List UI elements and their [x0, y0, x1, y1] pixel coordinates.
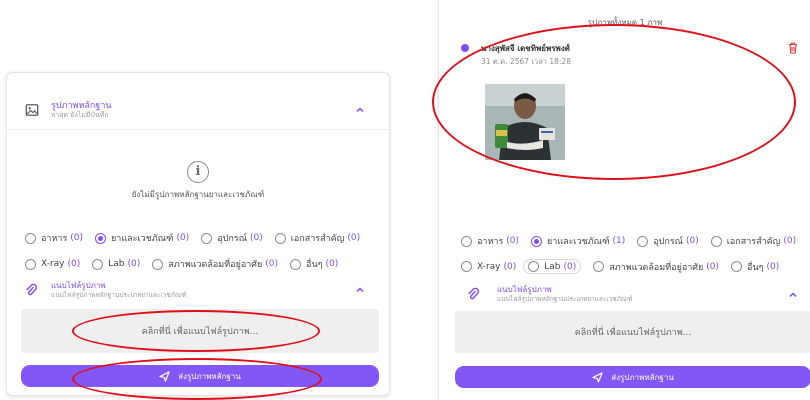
- radio-unchecked-icon: [152, 258, 164, 270]
- radio-count: (0): [783, 236, 797, 246]
- paperclip-icon: [26, 283, 37, 296]
- radio-label: เอกสารสำคัญ: [726, 237, 781, 247]
- timeline-dot: [461, 44, 469, 52]
- radio-count: (0): [686, 236, 699, 246]
- radio-label: อาหาร: [477, 237, 504, 247]
- info-icon: i: [187, 161, 209, 183]
- radio-checked-icon: [531, 235, 543, 247]
- radio-checked-icon: [95, 232, 107, 244]
- radio-label: สภาพแวดล้อมที่อยู่อาศัย: [609, 262, 704, 273]
- post-author: นางสุพัสจี เดชทิพย์พรพงศ์: [481, 44, 570, 53]
- radio-label: เอกสารสำคัญ: [290, 234, 345, 244]
- radio-count: (0): [563, 261, 577, 272]
- category-radio[interactable]: อุปกรณ์ (0): [201, 231, 263, 245]
- radio-count: (0): [506, 236, 520, 246]
- attach-subtitle: แนบไฟล์รูปภาพหลักฐานประเภทยาและเวชภัณฑ์: [51, 291, 187, 299]
- send-button-label: ส่งรูปภาพหลักฐาน: [178, 371, 241, 381]
- divider: [7, 129, 389, 130]
- radio-unchecked-icon: [710, 235, 722, 247]
- category-radio[interactable]: X-ray (0): [461, 261, 516, 272]
- photo-count-header: รูปภาพทั้งหมด 1 ภาพ: [587, 18, 663, 27]
- radio-label: อุปกรณ์: [217, 234, 248, 244]
- trash-icon[interactable]: [788, 42, 798, 54]
- send-icon: [592, 371, 603, 383]
- radio-label: Lab: [108, 259, 125, 269]
- send-button-label: ส่งรูปภาพหลักฐาน: [611, 372, 674, 382]
- radio-label: X-ray: [477, 261, 501, 272]
- section-subtitle: ล่าสุด ยังไม่มีบันทึก: [51, 111, 109, 119]
- category-radio[interactable]: เอกสารสำคัญ (0): [274, 231, 361, 245]
- radio-count: (0): [706, 261, 720, 272]
- file-dropzone[interactable]: คลิกที่นี่ เพื่อแนบไฟล์รูปภาพ...: [455, 311, 810, 353]
- radio-unchecked-icon: [461, 261, 472, 272]
- radio-unchecked-icon: [25, 232, 36, 244]
- attach-subtitle: แนบไฟล์รูปภาพหลักฐานประเภทยาและเวชภัณฑ์: [497, 295, 633, 303]
- person-photo: [485, 84, 565, 160]
- right-evidence-panel: รูปภาพทั้งหมด 1 ภาพ นางสุพัสจี เดชทิพย์พ…: [438, 0, 810, 400]
- category-radio[interactable]: Lab (0): [92, 258, 141, 270]
- send-evidence-button[interactable]: ส่งรูปภาพหลักฐาน: [455, 366, 810, 388]
- send-evidence-button[interactable]: ส่งรูปภาพหลักฐาน: [21, 365, 379, 387]
- radio-count: (0): [347, 233, 361, 243]
- chevron-up-icon[interactable]: [788, 290, 798, 300]
- category-radio-row-1: อาหาร (0) ยาและเวชภัณฑ์ (1) อุปกรณ์ (0) เอกสาร…: [461, 234, 808, 248]
- radio-unchecked-icon: [290, 258, 302, 270]
- category-radio[interactable]: อาหาร (0): [25, 231, 83, 245]
- radio-label: ยาและเวชภัณฑ์: [547, 237, 610, 247]
- chevron-up-icon[interactable]: [355, 105, 365, 115]
- left-evidence-panel: รูปภาพหลักฐาน ล่าสุด ยังไม่มีบันทึก i ยั…: [6, 72, 390, 396]
- chevron-up-icon[interactable]: [355, 285, 365, 295]
- radio-label: อื่นๆ: [306, 260, 323, 270]
- evidence-photo-thumbnail[interactable]: [485, 84, 565, 160]
- radio-unchecked-icon: [92, 258, 104, 270]
- radio-count: (0): [503, 261, 517, 272]
- radio-label: อุปกรณ์: [653, 237, 684, 247]
- image-icon: [25, 104, 39, 116]
- post-datetime: 31 ต.ค. 2567 เวลา 18:28: [481, 57, 572, 66]
- radio-label: อื่นๆ: [747, 262, 764, 273]
- radio-label: ยาและเวชภัณฑ์: [111, 234, 174, 244]
- radio-count: (1): [612, 236, 626, 246]
- radio-count: (0): [70, 233, 84, 243]
- radio-unchecked-icon: [25, 258, 36, 270]
- category-radio-row-2: X-ray (0) Lab (0) สภาพแวดล้อมที่อยู่อาศัย (0)…: [25, 257, 350, 271]
- category-radio[interactable]: เอกสารสำคัญ (0): [710, 234, 797, 248]
- radio-label: Lab: [544, 261, 561, 272]
- category-radio[interactable]: ยาและเวชภัณฑ์ (0): [95, 231, 189, 245]
- category-radio[interactable]: สภาพแวดล้อมที่อยู่อาศัย (0): [593, 260, 719, 274]
- radio-unchecked-icon: [637, 235, 649, 247]
- category-radio[interactable]: อุปกรณ์ (0): [637, 234, 699, 248]
- radio-count: (0): [127, 259, 141, 269]
- radio-unchecked-icon: [593, 261, 605, 272]
- category-radio[interactable]: Lab (0): [523, 259, 582, 274]
- radio-label: อาหาร: [41, 234, 68, 244]
- radio-count: (0): [766, 261, 780, 272]
- radio-count: (0): [250, 233, 263, 243]
- category-radio[interactable]: X-ray (0): [25, 258, 81, 270]
- category-radio[interactable]: อาหาร (0): [461, 234, 519, 248]
- category-radio-row-2: X-ray (0) Lab (0) สภาพแวดล้อมที่อยู่อาศัย (0)…: [461, 259, 791, 274]
- radio-unchecked-icon: [201, 232, 213, 244]
- radio-unchecked-icon: [731, 261, 743, 272]
- category-radio[interactable]: อื่นๆ (0): [731, 260, 779, 274]
- radio-label: สภาพแวดล้อมที่อยู่อาศัย: [168, 260, 263, 270]
- category-radio-row-1: อาหาร (0) ยาและเวชภัณฑ์ (0) อุปกรณ์ (0) เอกสาร…: [25, 231, 372, 245]
- send-icon: [159, 370, 170, 382]
- category-radio[interactable]: ยาและเวชภัณฑ์ (1): [531, 234, 625, 248]
- radio-label: X-ray: [41, 259, 65, 269]
- radio-count: (0): [265, 259, 279, 269]
- radio-unchecked-icon: [461, 235, 472, 247]
- radio-count: (0): [176, 233, 190, 243]
- radio-unchecked-icon: [274, 232, 286, 244]
- category-radio[interactable]: สภาพแวดล้อมที่อยู่อาศัย (0): [152, 257, 278, 271]
- category-radio[interactable]: อื่นๆ (0): [290, 257, 338, 271]
- empty-state-text: ยังไม่มีรูปภาพหลักฐานยาและเวชภัณฑ์: [131, 190, 265, 199]
- radio-count: (0): [67, 259, 81, 269]
- file-dropzone[interactable]: คลิกที่นี่ เพื่อแนบไฟล์รูปภาพ...: [21, 309, 379, 353]
- radio-unchecked-icon: [528, 261, 540, 272]
- paperclip-icon: [468, 287, 479, 300]
- radio-count: (0): [325, 259, 339, 269]
